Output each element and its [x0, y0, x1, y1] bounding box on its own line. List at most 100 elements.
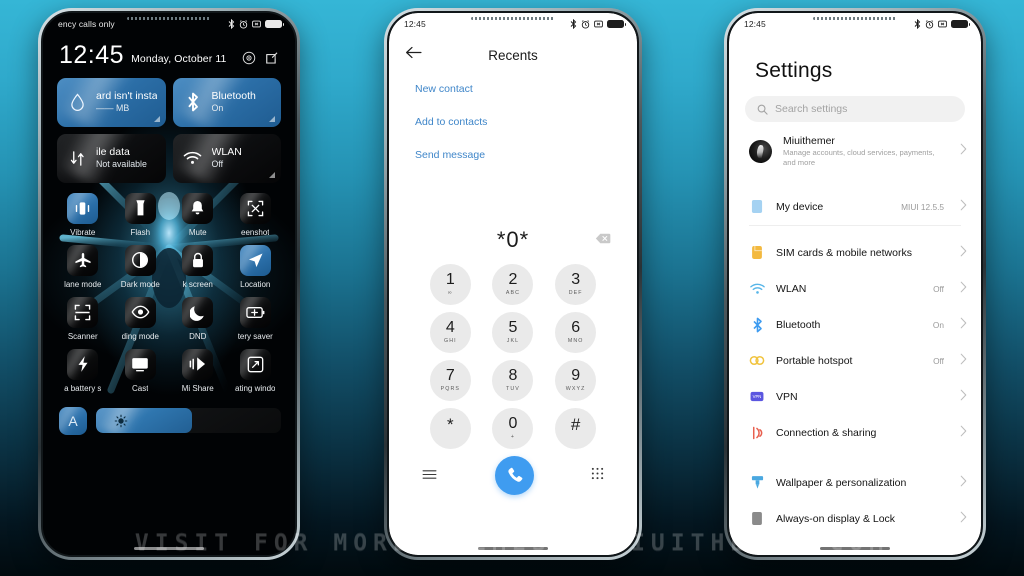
tile-expand-corner[interactable] — [153, 115, 160, 122]
backspace-icon[interactable] — [595, 231, 611, 249]
phone-center-dialer: 12:45 Recents New contact Add to contact… — [384, 8, 642, 560]
toggle-label: lane mode — [64, 279, 102, 289]
bluetooth-icon — [182, 92, 204, 112]
home-indicator[interactable] — [134, 547, 204, 550]
key-5[interactable]: 5 JKL — [492, 312, 534, 353]
toggle-airplane-mode[interactable]: lane mode — [54, 244, 112, 289]
toggle-reading-mode[interactable]: ding mode — [112, 296, 170, 341]
add-to-contacts-link[interactable]: Add to contacts — [415, 116, 637, 128]
settings-row-label: Always-on display & Lock — [776, 512, 896, 525]
toggle-dnd[interactable]: DND — [169, 296, 227, 341]
toggle-label: Location — [240, 279, 271, 289]
account-row[interactable]: Miuithemer Manage accounts, cloud servic… — [729, 122, 981, 180]
brightness-sun-icon — [114, 414, 128, 428]
settings-gear-icon[interactable] — [242, 51, 256, 65]
toggle-cast[interactable]: Cast — [112, 348, 170, 393]
tile-expand-corner[interactable] — [269, 115, 275, 122]
account-subtitle: Manage accounts, cloud services, payment… — [783, 148, 935, 168]
mi-share-icon — [182, 348, 214, 380]
key-4[interactable]: 4 GHI — [429, 312, 471, 353]
settings-row-wallpaper-personalization[interactable]: Wallpaper & personalization — [729, 465, 981, 501]
settings-row-bluetooth[interactable]: Bluetooth On — [729, 307, 981, 343]
chevron-right-icon — [960, 510, 967, 528]
toggle-battery-saver[interactable]: tery saver — [227, 296, 285, 341]
key-6[interactable]: 6 MNO — [555, 312, 597, 353]
send-message-link[interactable]: Send message — [415, 149, 637, 161]
hamburger-menu-icon[interactable] — [422, 467, 437, 485]
tile-data-usage-text: ard isn't install —— MB — [96, 90, 157, 114]
tile-expand-corner[interactable] — [269, 171, 275, 178]
tile-data-usage[interactable]: ard isn't install —— MB — [57, 77, 166, 127]
key-hash[interactable]: # — [555, 408, 597, 449]
settings-row-wlan[interactable]: WLAN Off — [729, 271, 981, 307]
toggle-location[interactable]: Location — [227, 244, 285, 289]
settings-row-portable-hotspot[interactable]: Portable hotspot Off — [729, 343, 981, 379]
tile-bluetooth[interactable]: Bluetooth On — [172, 77, 281, 127]
back-arrow-icon[interactable] — [405, 46, 427, 64]
key-1[interactable]: 1 ∞ — [429, 264, 471, 305]
new-contact-link[interactable]: New contact — [415, 83, 637, 95]
edit-icon[interactable] — [265, 51, 279, 65]
key-3[interactable]: 3 DEF — [555, 264, 597, 305]
search-placeholder: Search settings — [775, 103, 848, 115]
toggle-lock-screen[interactable]: k screen — [169, 244, 227, 289]
auto-brightness-button[interactable]: A — [59, 406, 87, 435]
toggle-scanner[interactable]: Scanner — [54, 296, 112, 341]
key-star[interactable]: * — [429, 408, 471, 449]
search-settings-bar[interactable]: Search settings — [745, 96, 965, 122]
key-2[interactable]: 2 ABC — [492, 264, 534, 305]
settings-row-vpn[interactable]: VPN VPN — [729, 379, 981, 415]
call-button[interactable] — [494, 456, 534, 495]
key-digit: * — [447, 414, 454, 434]
home-indicator[interactable] — [478, 547, 548, 550]
phone3-body: 12:45 Settings Search settings Miuitheme… — [727, 11, 983, 557]
key-sub: GHI — [443, 337, 457, 344]
page-title: Settings — [755, 59, 833, 82]
bluetooth-icon — [228, 19, 235, 29]
dialpad-icon[interactable] — [591, 467, 604, 485]
phone-right-settings: 12:45 Settings Search settings Miuitheme… — [724, 8, 986, 560]
tile-wlan[interactable]: WLAN Off — [172, 133, 281, 183]
settings-row-aod-lock[interactable]: Always-on display & Lock — [729, 501, 981, 537]
settings-row-sim-cards[interactable]: SIM cards & mobile networks — [729, 235, 981, 271]
ultra-battery-bolt-icon — [67, 348, 99, 380]
toggle-floating-windows[interactable]: ating windo — [227, 348, 285, 393]
key-0[interactable]: 0 + — [492, 408, 534, 449]
moon-icon — [182, 296, 214, 328]
toggle-label: Dark mode — [120, 279, 160, 289]
toggle-label: ating windo — [235, 383, 276, 393]
settings-row-value: Off — [933, 283, 944, 294]
bluetooth-icon — [749, 317, 765, 333]
toggle-ultra-battery-saver[interactable]: a battery s — [54, 348, 112, 393]
chevron-right-icon — [960, 142, 967, 160]
phone3-status-icons — [914, 19, 970, 29]
tile-mobile-data[interactable]: ile data Not available — [57, 133, 166, 183]
alarm-icon — [925, 19, 934, 29]
toggle-mute[interactable]: Mute — [169, 192, 227, 237]
toggle-dark-mode[interactable]: Dark mode — [112, 244, 170, 289]
settings-row-label: SIM cards & mobile networks — [776, 246, 912, 259]
earpiece-speaker — [127, 17, 211, 20]
settings-row-label: VPN — [776, 390, 798, 403]
floating-window-icon — [239, 348, 271, 380]
settings-row-connection-sharing[interactable]: Connection & sharing — [729, 415, 981, 451]
key-sub: DEF — [568, 289, 583, 296]
home-indicator[interactable] — [820, 547, 890, 550]
key-9[interactable]: 9 WXYZ — [555, 360, 597, 401]
toggle-screenshot[interactable]: eenshot — [227, 192, 285, 237]
key-8[interactable]: 8 TUV — [492, 360, 534, 401]
toggle-flashlight[interactable]: Flash — [112, 192, 170, 237]
toggle-vibrate[interactable]: Vibrate — [54, 192, 112, 237]
brightness-slider[interactable] — [96, 408, 281, 434]
account-name: Miuithemer — [783, 135, 835, 147]
bell-mute-icon — [182, 192, 214, 224]
settings-row-my-device[interactable]: My device MIUI 12.5.5 — [729, 189, 981, 225]
key-digit: 2 — [508, 271, 518, 289]
toggle-mi-share[interactable]: Mi Share — [169, 348, 227, 393]
earpiece-speaker — [813, 17, 897, 20]
chevron-right-icon — [960, 280, 967, 298]
tile-subtitle: On — [211, 102, 224, 113]
phone1-big-tiles: ard isn't install —— MB Bluetooth On ile… — [43, 68, 295, 183]
key-7[interactable]: 7 PQRS — [429, 360, 471, 401]
flashlight-icon — [124, 192, 156, 224]
